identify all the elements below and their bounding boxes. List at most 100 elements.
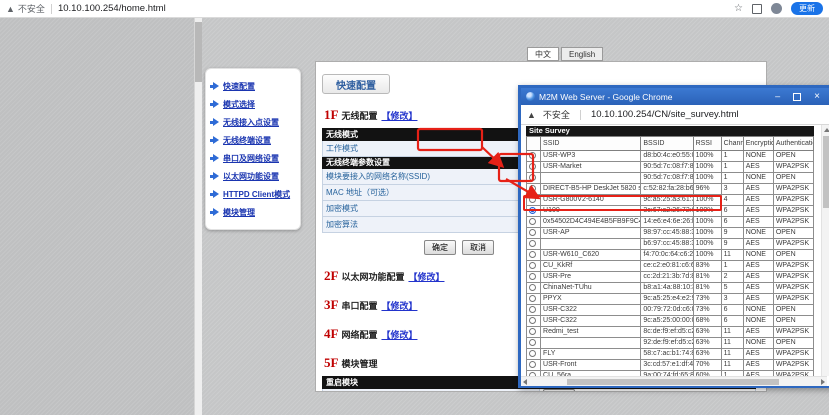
security-warning-icon: ▲ xyxy=(6,4,15,14)
tab-chinese[interactable]: 中文 xyxy=(527,47,559,61)
popup-url[interactable]: 10.10.100.254/CN/site_survey.html xyxy=(591,109,739,120)
sidebar-item[interactable]: HTTPD Client模式 xyxy=(210,185,296,203)
scrollbar-thumb[interactable] xyxy=(567,379,779,385)
minimize-icon[interactable]: – xyxy=(775,92,780,101)
radio-unselected[interactable] xyxy=(529,273,536,280)
arrow-icon xyxy=(210,136,220,144)
survey-row[interactable]: USR-Market90:5d:7c:08:f7:84100%1AESWPA2P… xyxy=(527,162,814,173)
scroll-up-arrow[interactable] xyxy=(824,128,829,132)
side-panel-icon[interactable] xyxy=(752,4,762,14)
radio-unselected[interactable] xyxy=(529,284,536,291)
sidebar-item[interactable]: 串口及网络设置 xyxy=(210,149,296,167)
survey-row[interactable]: USR-C3229c:a5:25:00:00:0168%6NONEOPEN xyxy=(527,316,814,327)
encryption-mode-label: 加密模式 xyxy=(323,201,540,217)
scrollbar-thumb[interactable] xyxy=(195,22,202,82)
security-label: 不安全 xyxy=(543,108,570,121)
survey-header-row: SSID BSSID RSSI Channel Encryption Authe… xyxy=(527,137,814,151)
survey-row[interactable]: FLY58:c7:ac:b1:74:8663%11AESWPA2PSK xyxy=(527,349,814,360)
radio-unselected[interactable] xyxy=(529,295,536,302)
survey-row[interactable]: 92:de:f9:ef:d5:c263%11NONEOPEN xyxy=(527,338,814,349)
radio-unselected[interactable] xyxy=(529,251,536,258)
divider xyxy=(51,4,52,14)
scroll-left-arrow[interactable] xyxy=(523,379,527,385)
profile-avatar[interactable] xyxy=(771,3,782,14)
arrow-icon xyxy=(210,208,220,216)
survey-row[interactable]: PPYX9c:a5:25:e4:e2:9473%3AESWPA2PSK xyxy=(527,294,814,305)
popup-titlebar[interactable]: M2M Web Server - Google Chrome – × xyxy=(521,88,829,105)
site-survey-table: SSID BSSID RSSI Channel Encryption Authe… xyxy=(526,136,814,386)
arrow-icon xyxy=(210,190,220,198)
survey-row[interactable]: 0x54502D4C494E4B5FB9F9C4B3C8CB14:e6:e4:6… xyxy=(527,217,814,228)
arrow-icon xyxy=(210,172,220,180)
col-bssid: BSSID xyxy=(641,137,693,151)
survey-row[interactable]: CU_KkRfce:c2:e0:81:c6:6f83%1AESWPA2PSK xyxy=(527,261,814,272)
ok-button[interactable]: 确定 xyxy=(424,240,456,255)
radio-unselected[interactable] xyxy=(529,152,536,159)
modify-link-ethernet[interactable]: 【修改】 xyxy=(408,270,444,283)
survey-table-title: Site Survey xyxy=(526,126,814,136)
sidebar-item[interactable]: 模块管理 xyxy=(210,203,296,221)
col-channel: Channel xyxy=(721,137,743,151)
cancel-button[interactable]: 取消 xyxy=(462,240,494,255)
radio-selected[interactable] xyxy=(529,207,536,214)
bookmark-star-icon[interactable]: ☆ xyxy=(734,3,743,14)
maximize-icon[interactable] xyxy=(793,93,801,101)
radio-column-header xyxy=(527,137,541,151)
ssid-label: 模块要接入的网络名称(SSID) xyxy=(323,169,540,185)
radio-unselected[interactable] xyxy=(529,339,536,346)
modify-link-serial[interactable]: 【修改】 xyxy=(381,299,417,312)
survey-row[interactable]: USR-G800V2-61409c:a5:25:a3:61:3f100%4AES… xyxy=(527,195,814,206)
sidebar-item[interactable]: 快速配置 xyxy=(210,77,296,95)
sidebar-item[interactable]: 模式选择 xyxy=(210,95,296,113)
survey-row[interactable]: USR-Precc:2d:21:3b:7d:8181%2AESWPA2PSK xyxy=(527,272,814,283)
survey-row[interactable]: USR-W610_C620f4:70:0c:64:c6:20100%11NONE… xyxy=(527,250,814,261)
radio-unselected[interactable] xyxy=(529,229,536,236)
scrollbar-thumb[interactable] xyxy=(823,136,829,208)
survey-row[interactable]: USR-AP98:97:cc:45:88:3d100%9NONEOPEN xyxy=(527,228,814,239)
survey-row[interactable]: b6:97:cc:45:88:3d100%9AESWPA2PSK xyxy=(527,239,814,250)
scroll-right-arrow[interactable] xyxy=(821,379,825,385)
popup-vertical-scrollbar[interactable] xyxy=(821,125,829,376)
radio-unselected[interactable] xyxy=(529,317,536,324)
address-url[interactable]: 10.10.100.254/home.html xyxy=(58,3,166,14)
col-authentication: Authentication xyxy=(773,137,813,151)
radio-unselected[interactable] xyxy=(529,361,536,368)
work-mode-label: 工作模式 xyxy=(323,141,540,157)
radio-unselected[interactable] xyxy=(529,306,536,313)
radio-unselected[interactable] xyxy=(529,174,536,181)
col-rssi: RSSI xyxy=(693,137,721,151)
survey-row[interactable]: USR-Front3c:cd:57:e1:df:4770%11AESWPA2PS… xyxy=(527,360,814,371)
radio-unselected[interactable] xyxy=(529,262,536,269)
survey-row[interactable]: DIRECT-B5-HP DeskJet 5820 series 3c:52:8… xyxy=(527,184,814,195)
globe-icon xyxy=(526,92,535,101)
arrow-icon xyxy=(210,82,220,90)
survey-row[interactable]: U1003c:67:a2:26:72:61100%6AESWPA2PSK xyxy=(527,206,814,217)
radio-unselected[interactable] xyxy=(529,218,536,225)
left-frame-scrollbar[interactable] xyxy=(194,18,202,415)
popup-title: M2M Web Server - Google Chrome xyxy=(539,92,673,102)
restart-button[interactable]: 重启 xyxy=(543,389,575,392)
survey-row[interactable]: 90:5d:7c:08:f7:82100%1NONEOPEN xyxy=(527,173,814,184)
radio-unselected[interactable] xyxy=(529,163,536,170)
radio-unselected[interactable] xyxy=(529,196,536,203)
survey-row[interactable]: USR-C32200:79:72:0d:c6:8373%6NONEOPEN xyxy=(527,305,814,316)
col-encryption: Encryption xyxy=(743,137,773,151)
popup-horizontal-scrollbar[interactable] xyxy=(521,376,827,386)
radio-unselected[interactable] xyxy=(529,350,536,357)
sidebar-item[interactable]: 以太网功能设置 xyxy=(210,167,296,185)
sidebar-menu: 快速配置模式选择无线接入点设置无线终端设置串口及网络设置以太网功能设置HTTPD… xyxy=(205,68,301,230)
radio-unselected[interactable] xyxy=(529,185,536,192)
modify-link-network[interactable]: 【修改】 xyxy=(381,328,417,341)
sidebar-item[interactable]: 无线终端设置 xyxy=(210,131,296,149)
survey-row[interactable]: USR-WP3d8:b0:4c:e0:55:0c100%1NONEOPEN xyxy=(527,151,814,162)
radio-unselected[interactable] xyxy=(529,328,536,335)
survey-row[interactable]: Redmi_test8c:de:f9:ef:d5:c263%11AESWPA2P… xyxy=(527,327,814,338)
sidebar-item[interactable]: 无线接入点设置 xyxy=(210,113,296,131)
survey-row[interactable]: ChinaNet-TUhub8:a1:4a:88:10:3981%5AESWPA… xyxy=(527,283,814,294)
site-survey-popup: M2M Web Server - Google Chrome – × ▲ 不安全… xyxy=(518,85,829,388)
modify-link-wireless[interactable]: 【修改】 xyxy=(381,109,417,122)
chrome-update-button[interactable]: 更新 xyxy=(791,2,823,15)
close-icon[interactable]: × xyxy=(814,92,820,102)
radio-unselected[interactable] xyxy=(529,240,536,247)
tab-english[interactable]: English xyxy=(561,47,603,61)
